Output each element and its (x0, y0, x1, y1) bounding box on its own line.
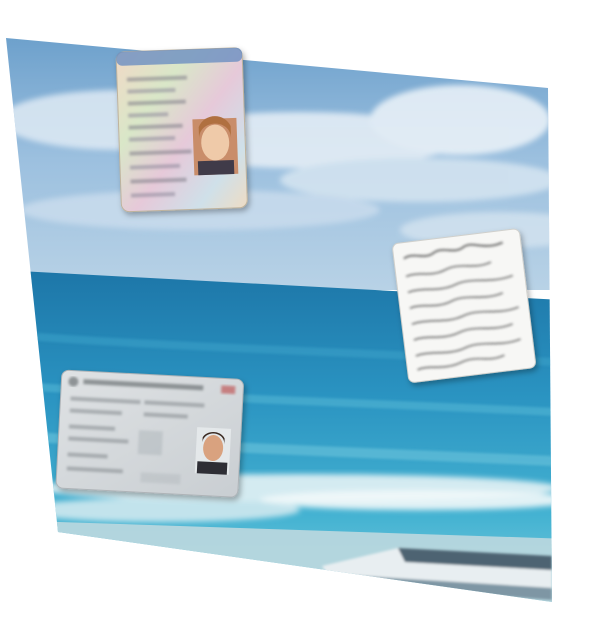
note-card (392, 228, 536, 383)
beach-photo-with-documents (6, 38, 552, 602)
photo-canvas (0, 0, 600, 624)
pass-card (55, 369, 244, 498)
id-card (115, 47, 248, 213)
woman-portrait (192, 116, 239, 176)
man-portrait (194, 427, 232, 475)
